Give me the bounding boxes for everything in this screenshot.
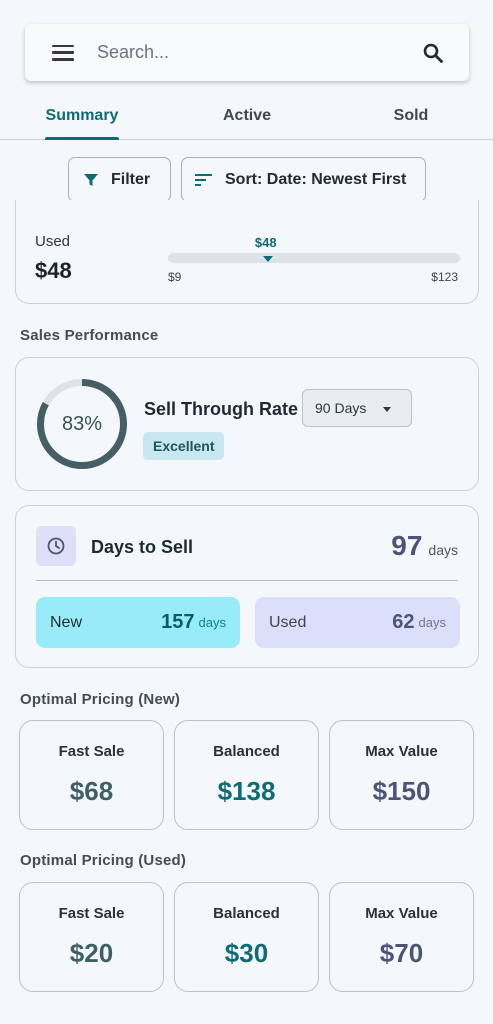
pricing-used-title: Optimal Pricing (Used)	[20, 852, 187, 869]
range-marker-label: $48	[254, 235, 277, 250]
pricing-option-value: $70	[379, 938, 424, 968]
app-screen: Search... Summary Active Sold Filter Sor…	[0, 0, 493, 1024]
pricing-option-label: Max Value	[365, 905, 438, 922]
rating-badge: Excellent	[143, 432, 225, 460]
used-days-unit: days	[418, 615, 446, 630]
filter-label: Filter	[111, 170, 151, 188]
new-days-value: 157	[161, 611, 195, 633]
sort-label: Sort: Date: Newest First	[225, 170, 407, 188]
days-to-sell-card: Days to Sell 97 days New 157 days Used 6…	[15, 505, 479, 668]
pricing-option-label: Balanced	[213, 743, 280, 760]
pricing-option-value: $68	[69, 776, 114, 806]
current-price: $48	[35, 258, 72, 283]
used-days-pill: Used 62 days	[255, 597, 460, 648]
days-total-unit: days	[428, 542, 458, 558]
filter-button[interactable]: Filter	[68, 157, 171, 202]
active-tab-indicator	[45, 137, 119, 140]
sell-through-title: Sell Through Rate	[144, 399, 299, 419]
sort-button[interactable]: Sort: Date: Newest First	[181, 157, 426, 202]
pricing-option-label: Max Value	[365, 743, 438, 760]
pricing-used-balanced[interactable]: Balanced $30	[174, 882, 319, 992]
period-select[interactable]: 90 Days	[302, 389, 412, 427]
used-days-value: 62	[392, 611, 415, 633]
days-total-value: 97	[391, 530, 423, 561]
range-min-label: $9	[168, 270, 182, 284]
search-bar[interactable]: Search...	[25, 24, 469, 81]
pricing-option-label: Fast Sale	[58, 905, 125, 922]
tab-sold[interactable]: Sold	[351, 92, 471, 140]
new-days-label: New	[50, 613, 83, 631]
pricing-option-value: $150	[372, 776, 431, 806]
price-range-track	[168, 253, 460, 263]
sell-through-percent: 83%	[61, 412, 103, 435]
filter-icon	[84, 173, 98, 186]
new-days-unit: days	[198, 615, 226, 630]
divider	[36, 580, 458, 581]
tab-bar: Summary Active Sold	[0, 92, 493, 140]
used-days-label: Used	[269, 613, 307, 631]
pricing-new-fast-sale[interactable]: Fast Sale $68	[19, 720, 164, 830]
pricing-new-max-value[interactable]: Max Value $150	[329, 720, 474, 830]
price-range-marker	[262, 256, 273, 262]
search-input[interactable]: Search...	[97, 42, 421, 63]
tab-summary[interactable]: Summary	[22, 92, 142, 140]
caret-down-icon	[383, 407, 391, 412]
new-days-pill: New 157 days	[36, 597, 240, 648]
pricing-option-label: Fast Sale	[58, 743, 125, 760]
sort-icon	[195, 173, 212, 186]
pricing-option-value: $138	[217, 776, 276, 806]
range-max-label: $123	[431, 270, 458, 284]
sales-performance-title: Sales Performance	[20, 327, 159, 344]
price-range-card: Used $48 $48 $9 $123	[15, 200, 479, 304]
pricing-new-title: Optimal Pricing (New)	[20, 691, 181, 708]
sell-through-card: 83% Sell Through Rate 90 Days Excellent	[15, 357, 479, 491]
pricing-option-value: $20	[69, 938, 114, 968]
days-to-sell-title: Days to Sell	[91, 537, 194, 557]
pricing-used-max-value[interactable]: Max Value $70	[329, 882, 474, 992]
condition-label: Used	[35, 233, 71, 250]
tab-active[interactable]: Active	[187, 92, 307, 140]
days-to-sell-total: 97 days	[391, 530, 458, 562]
pricing-used-fast-sale[interactable]: Fast Sale $20	[19, 882, 164, 992]
period-select-value: 90 Days	[315, 400, 367, 416]
pricing-new-balanced[interactable]: Balanced $138	[174, 720, 319, 830]
pricing-option-label: Balanced	[213, 905, 280, 922]
search-icon[interactable]	[421, 41, 445, 65]
pricing-option-value: $30	[224, 938, 269, 968]
clock-icon	[36, 526, 76, 566]
menu-icon[interactable]	[51, 44, 75, 62]
